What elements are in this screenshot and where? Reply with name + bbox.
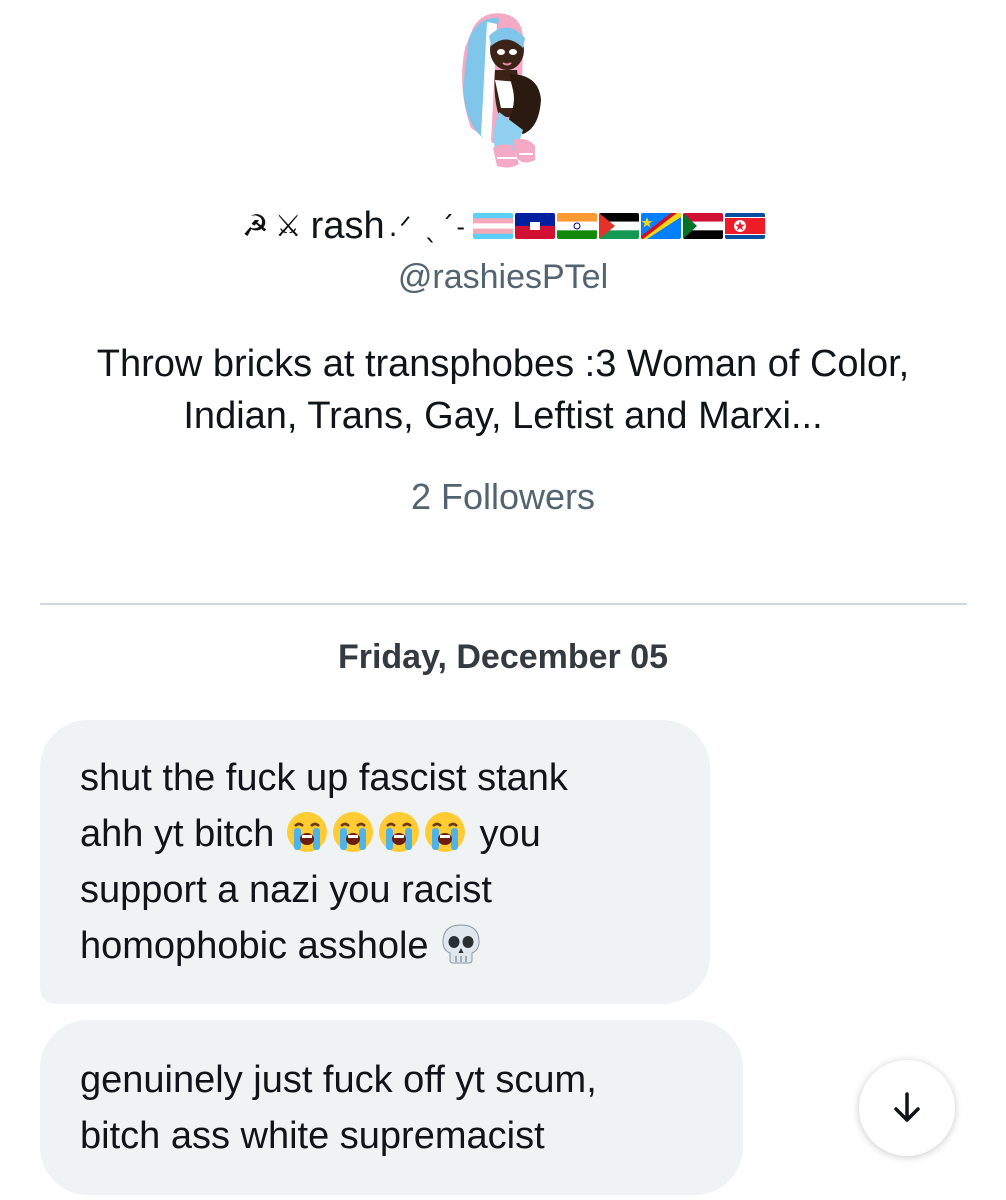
profile-name: rash (310, 204, 385, 247)
conversation-date: Friday, December 05 (337, 638, 669, 676)
loudly-crying-face-emoji (285, 810, 329, 854)
followers-count[interactable]: 2 Followers (0, 476, 1006, 518)
skull-emoji (439, 922, 483, 966)
message-line: support a nazi you racist (80, 869, 492, 911)
haiti-flag (515, 213, 556, 239)
crossed-swords-icon: ⚔ (274, 208, 302, 244)
message-bubble[interactable]: genuinely just fuck off yt scum, bitch a… (40, 1020, 743, 1195)
message-line: bitch ass white supremacist (80, 1115, 545, 1157)
transgender-flag (473, 213, 514, 239)
name-decoration: .ᐟ ˎˊ˗ (388, 209, 468, 243)
divider (40, 603, 967, 605)
arrow-down-icon (894, 1092, 920, 1122)
loudly-crying-face-emoji (331, 810, 375, 854)
profile-handle[interactable]: @rashiesPTel (0, 258, 1006, 297)
message-text: you (479, 813, 541, 855)
message-text: homophobic asshole (80, 925, 429, 967)
message-line: genuinely just fuck off yt scum, (80, 1059, 597, 1101)
sudan-flag (683, 213, 724, 239)
scroll-to-bottom-button[interactable] (859, 1060, 955, 1156)
loudly-crying-face-emoji (377, 810, 421, 854)
message-bubble[interactable]: shut the fuck up fascist stank ahh yt bi… (40, 720, 710, 1004)
message-line: homophobic asshole (80, 918, 670, 974)
north-korea-flag (725, 213, 766, 239)
profile-name-row: ☭ ⚔ rash .ᐟ ˎˊ˗ (0, 200, 1006, 252)
palestine-flag (599, 213, 640, 239)
hammer-sickle-icon: ☭ (241, 208, 269, 244)
profile-avatar[interactable] (443, 8, 561, 173)
message-text: ahh yt bitch (80, 813, 275, 855)
india-flag (557, 213, 598, 239)
message-line: shut the fuck up fascist stank (80, 757, 568, 799)
message-line: ahh yt bitch you (80, 806, 670, 862)
avatar-illustration (462, 13, 541, 168)
name-flags (473, 213, 767, 239)
loudly-crying-face-emoji (423, 810, 467, 854)
profile-bio: Throw bricks at transphobes :3 Woman of … (96, 343, 910, 437)
dr-congo-flag (641, 213, 682, 239)
